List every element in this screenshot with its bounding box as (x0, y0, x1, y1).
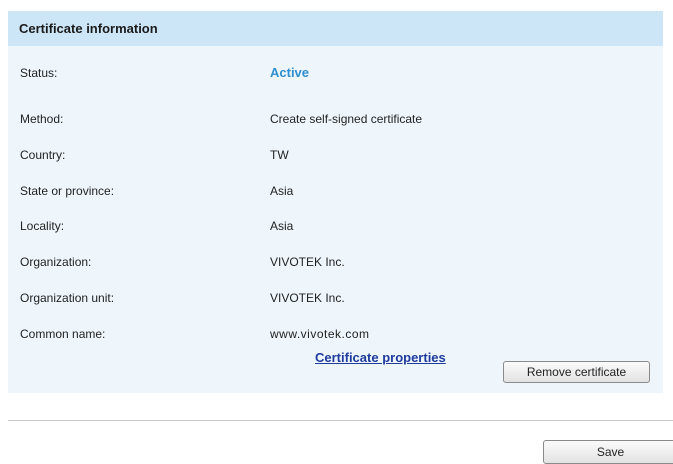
state-value: Asia (270, 184, 294, 198)
country-label: Country: (20, 148, 66, 162)
save-button[interactable]: Save (543, 440, 673, 464)
certificate-info-panel: Certificate information Status: Active M… (8, 11, 663, 393)
status-value: Active (270, 65, 310, 80)
remove-certificate-button[interactable]: Remove certificate (503, 361, 650, 383)
field-row-method: Method: Create self-signed certificate (8, 109, 663, 129)
method-label: Method: (20, 112, 64, 126)
field-row-country: Country: TW (8, 145, 663, 165)
locality-value: Asia (270, 219, 294, 233)
field-row-organization: Organization: VIVOTEK Inc. (8, 252, 663, 272)
country-value: TW (270, 148, 289, 162)
field-row-state: State or province: Asia (8, 181, 663, 201)
section-divider (8, 420, 673, 421)
organization-unit-label: Organization unit: (20, 291, 115, 305)
common-name-label: Common name: (20, 327, 106, 341)
organization-label: Organization: (20, 255, 92, 269)
field-row-status: Status: Active (8, 63, 663, 83)
panel-header: Certificate information (8, 11, 663, 46)
organization-value: VIVOTEK Inc. (270, 255, 345, 269)
common-name-value: www.vivotek.com (270, 327, 370, 341)
organization-unit-value: VIVOTEK Inc. (270, 291, 345, 305)
field-row-locality: Locality: Asia (8, 216, 663, 236)
method-value: Create self-signed certificate (270, 112, 423, 126)
state-label: State or province: (20, 184, 115, 198)
field-row-organization-unit: Organization unit: VIVOTEK Inc. (8, 288, 663, 308)
locality-label: Locality: (20, 219, 65, 233)
panel-title: Certificate information (19, 21, 158, 36)
status-label: Status: (20, 66, 58, 80)
certificate-properties-link[interactable]: Certificate properties (315, 350, 446, 365)
field-row-common-name: Common name: www.vivotek.com (8, 324, 663, 344)
